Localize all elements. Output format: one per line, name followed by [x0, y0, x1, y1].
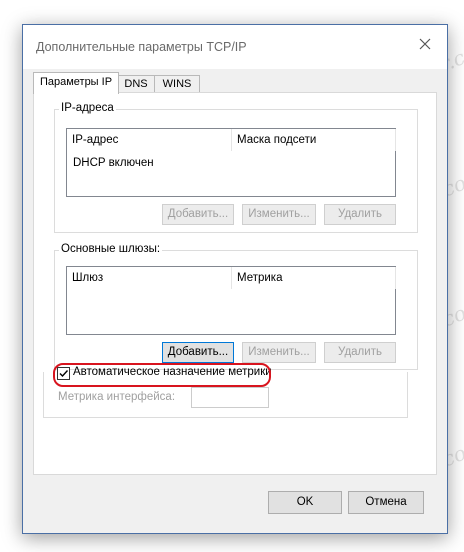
ip-remove-button[interactable]: Удалить [324, 204, 396, 225]
ok-button[interactable]: OK [268, 491, 342, 514]
auto-metric-label[interactable]: Автоматическое назначение метрики [73, 366, 272, 378]
interface-metric-label: Метрика интерфейса: [58, 391, 176, 403]
column-metric[interactable]: Метрика [237, 272, 283, 284]
tab-wins[interactable]: WINS [154, 75, 200, 93]
column-separator [231, 129, 232, 151]
ip-edit-button[interactable]: Изменить... [242, 204, 316, 225]
dialog-window: Дополнительные параметры TCP/IP Параметр… [22, 24, 448, 534]
tab-ip-settings[interactable]: Параметры IP [33, 72, 119, 94]
tab-dns[interactable]: DNS [117, 75, 155, 93]
ip-address-list[interactable]: IP-адрес Маска подсети DHCP включен [66, 128, 396, 197]
ip-list-header: IP-адрес Маска подсети [67, 129, 396, 151]
column-subnet-mask[interactable]: Маска подсети [237, 134, 316, 146]
column-separator [395, 129, 396, 151]
ip-group-legend: IP-адреса [59, 102, 116, 114]
window-title: Дополнительные параметры TCP/IP [36, 40, 247, 54]
column-separator [231, 267, 232, 289]
list-item[interactable]: DHCP включен [73, 157, 154, 169]
checkbox-checked-icon[interactable] [57, 367, 70, 380]
column-separator [395, 267, 396, 289]
gateway-add-button[interactable]: Добавить... [162, 342, 234, 363]
gateway-edit-button[interactable]: Изменить... [242, 342, 316, 363]
gateway-list[interactable]: Шлюз Метрика [66, 266, 396, 335]
ip-add-button[interactable]: Добавить... [162, 204, 234, 225]
gateways-group-legend: Основные шлюзы: [59, 243, 163, 255]
cancel-button[interactable]: Отмена [348, 491, 424, 514]
title-bar: Дополнительные параметры TCP/IP [23, 25, 447, 69]
dialog-body: Параметры IP DNS WINS IP-адреса IP-адрес… [23, 69, 447, 533]
gateway-list-header: Шлюз Метрика [67, 267, 396, 289]
gateway-remove-button[interactable]: Удалить [324, 342, 396, 363]
column-ip-address[interactable]: IP-адрес [72, 134, 118, 146]
close-icon[interactable] [417, 36, 433, 52]
column-gateway[interactable]: Шлюз [72, 272, 103, 284]
interface-metric-input[interactable] [191, 387, 269, 408]
